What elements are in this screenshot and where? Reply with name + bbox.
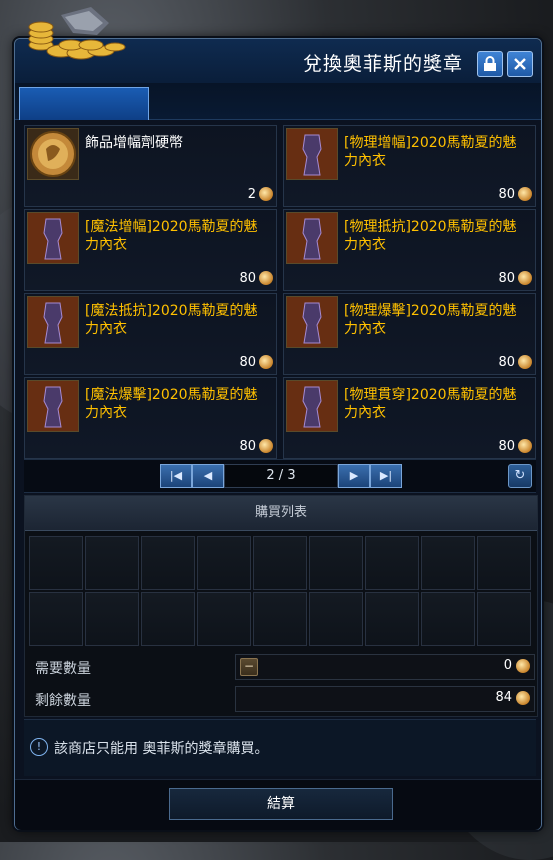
costume-icon (27, 296, 79, 348)
cart-slot[interactable] (85, 592, 139, 646)
costume-icon (27, 380, 79, 432)
item-name: [物理貫穿]2020馬勒夏的魅力內衣 (344, 387, 517, 421)
notice-text: 該商店只能用 奧菲斯的獎章購買。 (54, 741, 269, 757)
medal-coin-icon (259, 439, 273, 453)
costume-icon (286, 296, 338, 348)
item-name: [魔法抵抗]2020馬勒夏的魅力內衣 (85, 303, 258, 337)
medal-coin-icon (259, 187, 273, 201)
cart-slot[interactable] (253, 536, 307, 590)
item-name: [魔法增幅]2020馬勒夏的魅力內衣 (85, 219, 258, 253)
minus-button[interactable]: − (240, 658, 258, 676)
last-page-button[interactable]: ▶| (370, 464, 402, 488)
shop-item[interactable]: [物理增幅]2020馬勒夏的魅力內衣 80 (283, 125, 536, 207)
exchange-window: 兌換奧菲斯的獎章 飾品增幅劑硬幣 2 [物理增幅]2020馬勒夏的魅力內衣 80… (14, 7, 542, 830)
medal-coin-icon (518, 271, 532, 285)
cart-slot[interactable] (85, 536, 139, 590)
shop-item[interactable]: [魔法增幅]2020馬勒夏的魅力內衣 80 (24, 209, 277, 291)
cart-slot[interactable] (365, 536, 419, 590)
medal-coin-icon (516, 659, 530, 673)
checkout-button[interactable]: 結算 (169, 788, 393, 820)
cart-slot[interactable] (29, 536, 83, 590)
close-icon[interactable] (507, 51, 533, 77)
shop-item[interactable]: 飾品增幅劑硬幣 2 (24, 125, 277, 207)
cart-slot[interactable] (309, 536, 363, 590)
tab-bar (15, 83, 541, 120)
shop-item[interactable]: [物理抵抗]2020馬勒夏的魅力內衣 80 (283, 209, 536, 291)
purchase-list: 購買列表 需要數量 − 0 剩餘數量 84 (24, 495, 538, 717)
medal-coin-icon (518, 439, 532, 453)
costume-icon (286, 380, 338, 432)
page-indicator: 2 / 3 (224, 464, 338, 488)
cart-slot[interactable] (141, 592, 195, 646)
required-quantity-value: 0 (503, 658, 512, 673)
cart-slot[interactable] (365, 592, 419, 646)
shop-item[interactable]: [魔法爆擊]2020馬勒夏的魅力內衣 80 (24, 377, 277, 459)
item-name: 飾品增幅劑硬幣 (85, 135, 183, 151)
cart-slot[interactable] (421, 592, 475, 646)
remaining-quantity-value: 84 (495, 690, 512, 705)
coin-pile-icon (21, 5, 131, 75)
pagination-bar: |◀ ◀ 2 / 3 ▶ ▶| ↻ (24, 459, 536, 493)
item-name: [物理爆擊]2020馬勒夏的魅力內衣 (344, 303, 517, 337)
coin-item-icon (27, 128, 79, 180)
item-name: [物理抵抗]2020馬勒夏的魅力內衣 (344, 219, 517, 253)
cart-slot[interactable] (29, 592, 83, 646)
required-quantity-field: − 0 (235, 654, 535, 680)
item-price: 80 (498, 187, 515, 202)
cart-slot[interactable] (197, 536, 251, 590)
item-price: 80 (239, 271, 256, 286)
refresh-button[interactable]: ↻ (508, 464, 532, 488)
item-name: [魔法爆擊]2020馬勒夏的魅力內衣 (85, 387, 258, 421)
item-price: 80 (498, 271, 515, 286)
item-price: 80 (498, 355, 515, 370)
purchase-list-header: 購買列表 (25, 496, 537, 531)
prev-page-button[interactable]: ◀ (192, 464, 224, 488)
cart-slot[interactable] (477, 536, 531, 590)
first-page-button[interactable]: |◀ (160, 464, 192, 488)
medal-coin-icon (259, 355, 273, 369)
remaining-quantity-label: 剩餘數量 (35, 693, 91, 709)
costume-icon (27, 212, 79, 264)
costume-icon (286, 128, 338, 180)
item-name: [物理增幅]2020馬勒夏的魅力內衣 (344, 135, 517, 169)
shop-item[interactable]: [物理貫穿]2020馬勒夏的魅力內衣 80 (283, 377, 536, 459)
cart-slot[interactable] (197, 592, 251, 646)
remaining-quantity-field: 84 (235, 686, 535, 712)
cart-slot[interactable] (421, 536, 475, 590)
next-page-button[interactable]: ▶ (338, 464, 370, 488)
shop-notice: ! 該商店只能用 奧菲斯的獎章購買。 (24, 719, 536, 776)
shop-item[interactable]: [魔法抵抗]2020馬勒夏的魅力內衣 80 (24, 293, 277, 375)
window-footer: 結算 (15, 779, 541, 830)
cart-slot[interactable] (309, 592, 363, 646)
cart-slot[interactable] (477, 592, 531, 646)
medal-coin-icon (518, 187, 532, 201)
item-price: 80 (498, 439, 515, 454)
lock-icon[interactable] (477, 51, 503, 77)
cart-slot[interactable] (141, 536, 195, 590)
medal-coin-icon (518, 355, 532, 369)
medal-coin-icon (259, 271, 273, 285)
item-price: 80 (239, 355, 256, 370)
cart-slot[interactable] (253, 592, 307, 646)
item-price: 2 (247, 187, 256, 202)
tab-active[interactable] (19, 87, 149, 120)
medal-coin-icon (516, 691, 530, 705)
item-price: 80 (239, 439, 256, 454)
info-icon: ! (30, 738, 48, 756)
required-quantity-label: 需要數量 (35, 661, 91, 677)
costume-icon (286, 212, 338, 264)
shop-item[interactable]: [物理爆擊]2020馬勒夏的魅力內衣 80 (283, 293, 536, 375)
window-title: 兌換奧菲斯的獎章 (302, 53, 463, 75)
